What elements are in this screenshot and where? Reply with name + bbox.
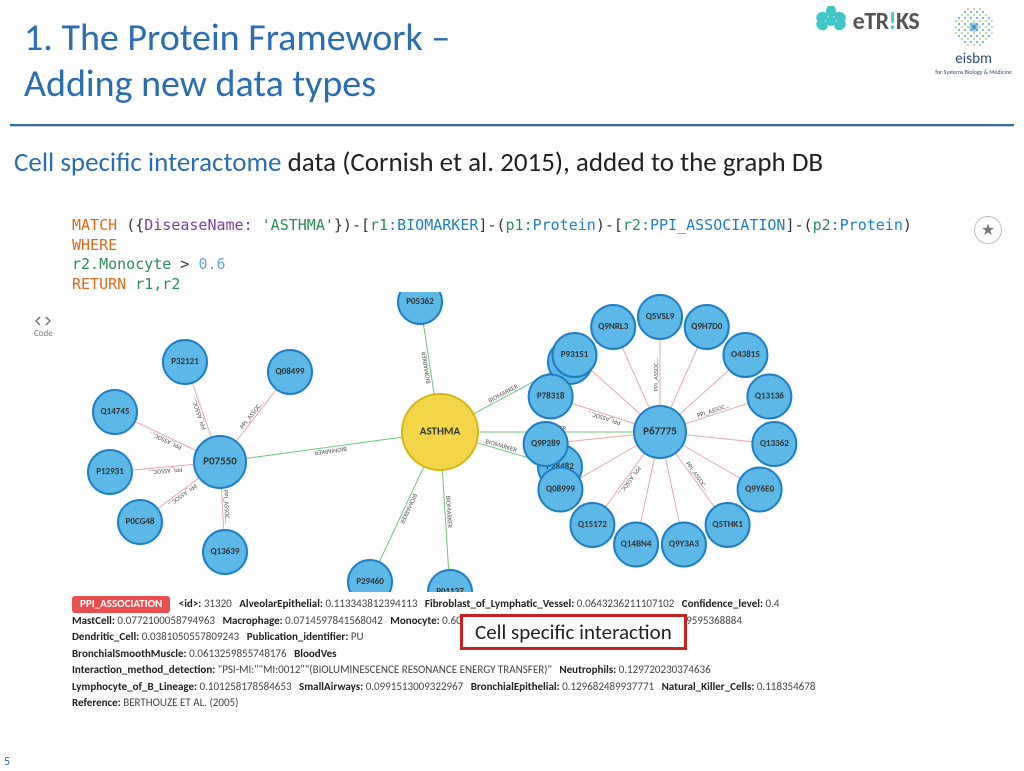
etriks-flower-icon xyxy=(813,6,849,36)
subtitle-highlight: Cell specific interactome xyxy=(14,146,281,179)
svg-text:Q9NRL3: Q9NRL3 xyxy=(598,321,629,332)
slide: eTR!KS eisbm for Systems Biology & Medic… xyxy=(0,0,1024,771)
details-row-5: Interaction_method_detection: "PSI-MI:""… xyxy=(72,662,990,679)
svg-text:Q13362: Q13362 xyxy=(760,438,789,449)
svg-text:Q14745: Q14745 xyxy=(101,406,130,417)
nav-star-icon[interactable]: ★ xyxy=(974,216,1002,244)
eisbm-logo: eisbm for Systems Biology & Medicine xyxy=(935,6,1012,76)
page-number: 5 xyxy=(4,755,10,769)
eisbm-dot-icon xyxy=(953,6,995,48)
svg-text:Q5VSL9: Q5VSL9 xyxy=(646,311,675,322)
etriks-text: eTR!KS xyxy=(853,7,920,36)
svg-text:P07550: P07550 xyxy=(203,455,237,468)
etriks-mark: eTR!KS xyxy=(813,6,920,36)
svg-text:Q14BN4: Q14BN4 xyxy=(621,539,652,550)
svg-text:P12931: P12931 xyxy=(96,466,124,477)
svg-text:P05362: P05362 xyxy=(406,296,434,307)
details-row-1: PPI_ASSOCIATION <id>: 31320 AlveolarEpit… xyxy=(72,596,990,613)
svg-text:P32121: P32121 xyxy=(171,356,199,367)
cypher-query: MATCH ({DiseaseName: 'ASTHMA'})-[r1:BIOM… xyxy=(72,216,962,294)
svg-text:BIOMARKER: BIOMARKER xyxy=(398,492,419,525)
svg-text:PPI_ASSOC...: PPI_ASSOC... xyxy=(238,398,265,430)
svg-text:P67775: P67775 xyxy=(643,425,677,438)
svg-text:P29460: P29460 xyxy=(356,576,384,587)
svg-text:PPI_ASSOC...: PPI_ASSOC... xyxy=(684,460,711,493)
slide-title: 1. The Protein Framework – Adding new da… xyxy=(24,16,450,107)
svg-text:Q13639: Q13639 xyxy=(211,546,240,557)
svg-text:O43815: O43815 xyxy=(731,349,760,360)
title-line-2: Adding new data types xyxy=(24,62,450,108)
code-icon xyxy=(35,316,51,326)
svg-text:Q08499: Q08499 xyxy=(276,366,305,377)
eisbm-sub: for Systems Biology & Medicine xyxy=(935,68,1012,76)
svg-text:Q9Y6E0: Q9Y6E0 xyxy=(745,484,774,495)
svg-text:ASTHMA: ASTHMA xyxy=(420,425,461,438)
graph-diagram[interactable]: BIOMARKERBIOMARKERBIOMARKERBIOMARKERBIOM… xyxy=(70,292,990,592)
svg-text:PPI_ASSOC...: PPI_ASSOC... xyxy=(148,430,182,452)
svg-text:Q9P289: Q9P289 xyxy=(531,438,561,449)
etriks-logo: eTR!KS xyxy=(813,6,920,36)
eisbm-label: eisbm xyxy=(955,50,992,68)
svg-text:Q5THK1: Q5THK1 xyxy=(712,519,743,530)
details-row-6: Lymphocyte_of_B_Lineage: 0.1012581785846… xyxy=(72,679,990,696)
svg-text:Q08999: Q08999 xyxy=(546,484,575,495)
svg-text:PPI_ASSOC...: PPI_ASSOC... xyxy=(616,465,643,498)
svg-text:PPI_ASSOC...: PPI_ASSOC... xyxy=(696,401,731,419)
code-tab[interactable]: Code xyxy=(34,316,53,339)
svg-text:BIOMARKER: BIOMARKER xyxy=(487,382,520,405)
svg-text:P01137: P01137 xyxy=(436,586,464,592)
title-line-1: 1. The Protein Framework – xyxy=(24,16,450,62)
title-rule xyxy=(10,124,1014,127)
subtitle-rest: data (Cornish et al. 2015), added to the… xyxy=(281,146,823,179)
svg-text:Q13136: Q13136 xyxy=(755,391,784,402)
logo-row: eTR!KS eisbm for Systems Biology & Medic… xyxy=(813,6,1012,76)
subtitle: Cell specific interactome data (Cornish … xyxy=(14,146,823,179)
svg-text:PPI_ASSOC...: PPI_ASSOC... xyxy=(166,482,198,509)
svg-text:P93151: P93151 xyxy=(561,349,589,360)
details-row-7: Reference: BERTHOUZE ET AL. (2005) xyxy=(72,695,990,712)
svg-text:PPI_ASSOC...: PPI_ASSOC... xyxy=(586,409,621,427)
svg-text:Q9Y3A3: Q9Y3A3 xyxy=(669,539,699,550)
svg-text:P78318: P78318 xyxy=(537,391,565,402)
svg-text:Q15172: Q15172 xyxy=(578,519,607,530)
svg-text:P0CG48: P0CG48 xyxy=(126,516,155,527)
svg-text:PPI_ASSOC...: PPI_ASSOC... xyxy=(148,465,183,476)
detail-badge: PPI_ASSOCIATION xyxy=(72,596,170,613)
svg-text:Q9H7D0: Q9H7D0 xyxy=(691,321,723,332)
callout-box: Cell specific interaction xyxy=(460,614,687,650)
svg-text:BIOMARKER: BIOMARKER xyxy=(484,437,518,454)
svg-text:PPI_ASSOC...: PPI_ASSOC... xyxy=(652,357,660,391)
